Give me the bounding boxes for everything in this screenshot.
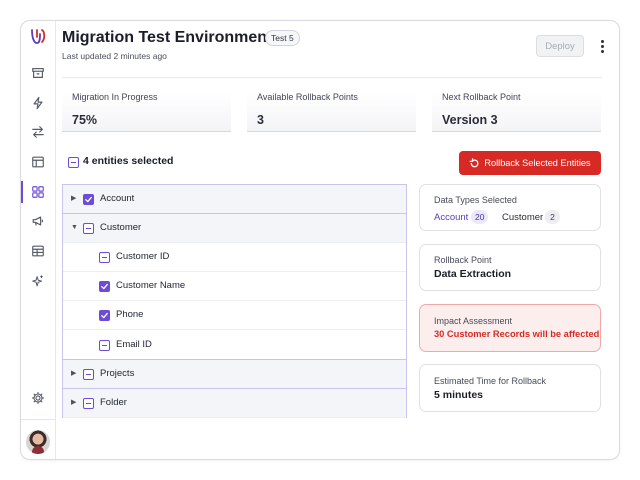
kebab-vertical-icon[interactable]: [596, 36, 608, 56]
stat-value: Version 3: [442, 113, 498, 127]
megaphone-icon[interactable]: [30, 213, 46, 229]
grid-icon[interactable]: [30, 184, 46, 200]
tree-row-customer-id[interactable]: Customer ID: [63, 243, 406, 272]
stat-value: 3: [257, 113, 264, 127]
card-label: Rollback Point: [434, 255, 492, 265]
app-window: Migration Test Environment Test 5 Last u…: [20, 20, 620, 460]
stat-value: 75%: [72, 113, 98, 127]
caret-right-icon[interactable]: ▶: [71, 195, 79, 203]
checkbox-customer[interactable]: [83, 223, 94, 234]
card-value: 5 minutes: [434, 389, 484, 401]
environment-badge: Test 5: [265, 30, 300, 46]
tree-row-label: Customer ID: [116, 251, 170, 262]
stat-label: Available Rollback Points: [257, 92, 358, 102]
stat-available-rollback-points: Available Rollback Points 3: [247, 92, 416, 132]
tree-row-label: Projects: [100, 368, 135, 379]
rollback-icon: [470, 157, 479, 167]
card-value: 30 Customer Records will be affected: [434, 329, 600, 339]
checkbox-phone[interactable]: [99, 310, 110, 321]
tag-account[interactable]: Account: [434, 212, 468, 223]
stat-migration-progress: Migration In Progress 75%: [62, 92, 231, 132]
tree-row-label: Phone: [116, 309, 144, 320]
tree-row-projects[interactable]: ▶ Projects: [63, 360, 406, 389]
checkbox-account[interactable]: [83, 194, 94, 205]
caret-right-icon[interactable]: ▶: [71, 399, 79, 407]
tag-customer-count: 2: [545, 210, 560, 224]
caret-down-icon[interactable]: ▼: [71, 224, 79, 232]
lightning-icon[interactable]: [30, 95, 46, 111]
sidebar: [21, 21, 56, 459]
stat-next-rollback-point: Next Rollback Point Version 3: [432, 92, 601, 132]
checkbox-customer-name[interactable]: [99, 281, 110, 292]
entity-tree: ▶ Account ▼ Customer Customer ID Customer Nam…: [62, 184, 407, 418]
app-logo-icon[interactable]: [28, 27, 48, 47]
last-updated-text: Last updated 2 minutes ago: [62, 51, 167, 61]
tree-row-customer[interactable]: ▼ Customer: [63, 214, 406, 243]
selection-count: 4 entities selected: [83, 155, 174, 167]
impact-assessment-card: Impact Assessment 30 Customer Records wi…: [419, 304, 601, 352]
checkbox-customer-id[interactable]: [99, 252, 110, 263]
sparkles-icon[interactable]: [30, 273, 46, 289]
rollback-selected-button[interactable]: Rollback Selected Entities: [459, 151, 601, 175]
card-label: Estimated Time for Rollback: [434, 376, 547, 386]
archive-icon[interactable]: [30, 65, 46, 81]
tree-row-label: Folder: [100, 397, 127, 408]
user-avatar[interactable]: [26, 430, 50, 454]
tree-row-label: Email ID: [116, 339, 152, 350]
tag-customer[interactable]: Customer: [502, 212, 543, 223]
tag-account-count: 20: [471, 210, 489, 224]
checkbox-projects[interactable]: [83, 369, 94, 380]
tree-row-label: Customer Name: [116, 280, 186, 291]
header-divider: [62, 77, 602, 78]
estimated-time-card: Estimated Time for Rollback 5 minutes: [419, 364, 601, 412]
tree-row-label: Customer: [100, 222, 142, 233]
tree-row-account[interactable]: ▶ Account: [63, 185, 406, 214]
stat-label: Next Rollback Point: [442, 92, 521, 102]
deploy-button[interactable]: Deploy: [536, 35, 584, 57]
tree-row-phone[interactable]: Phone: [63, 301, 406, 330]
tree-row-email-id[interactable]: Email ID: [63, 331, 406, 360]
data-types-card: Data Types Selected Account 20 Customer …: [419, 184, 601, 231]
sidebar-divider: [21, 419, 56, 420]
tree-row-folder[interactable]: ▶ Folder: [63, 389, 406, 418]
checkbox-email-id[interactable]: [99, 340, 110, 351]
gear-icon[interactable]: [30, 390, 46, 406]
card-label: Impact Assessment: [434, 316, 513, 326]
card-label: Data Types Selected: [434, 195, 517, 205]
rollback-selected-label: Rollback Selected Entities: [484, 158, 591, 168]
tree-row-label: Account: [100, 193, 135, 204]
tree-row-customer-name[interactable]: Customer Name: [63, 272, 406, 301]
select-all-checkbox[interactable]: [68, 157, 79, 168]
layout-icon[interactable]: [30, 154, 46, 170]
card-value: Data Extraction: [434, 268, 512, 280]
caret-right-icon[interactable]: ▶: [71, 370, 79, 378]
table-icon[interactable]: [30, 243, 46, 259]
transfer-arrows-icon[interactable]: [30, 124, 46, 140]
checkbox-folder[interactable]: [83, 398, 94, 409]
stat-label: Migration In Progress: [72, 92, 158, 102]
active-nav-indicator: [21, 181, 23, 203]
rollback-point-card: Rollback Point Data Extraction: [419, 244, 601, 291]
page-title: Migration Test Environment: [62, 29, 273, 46]
